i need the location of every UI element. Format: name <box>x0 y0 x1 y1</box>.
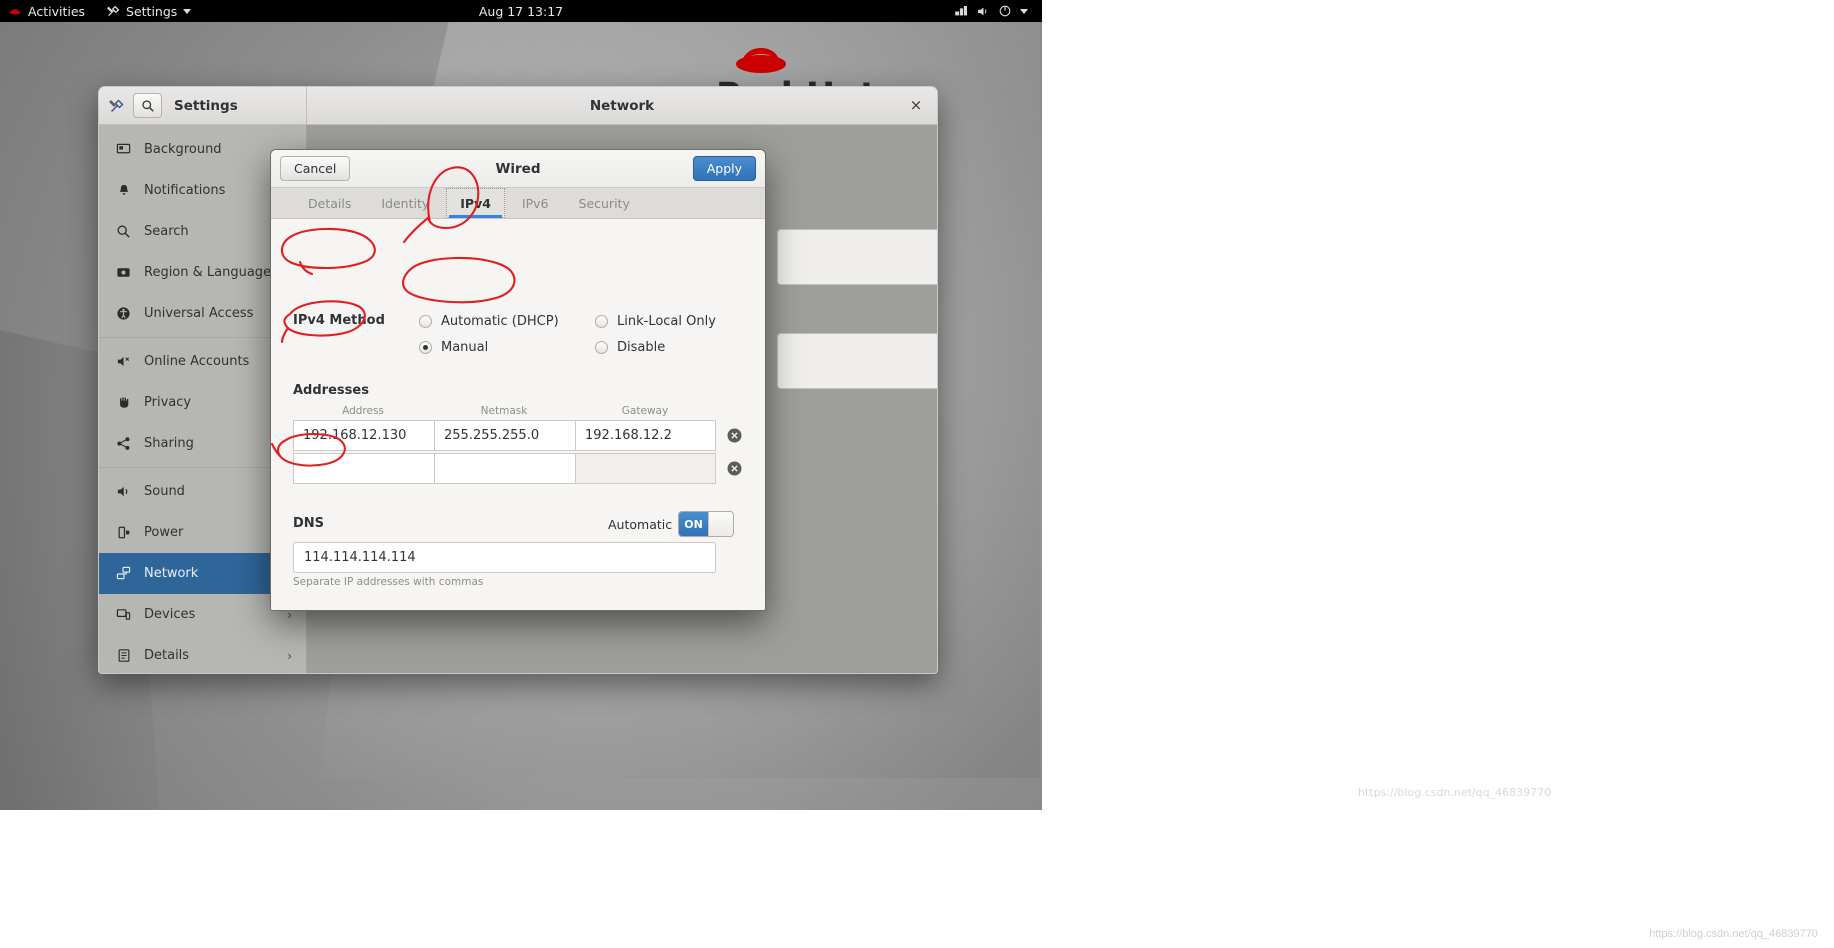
search-icon <box>141 99 154 112</box>
caret-down-icon <box>1020 8 1028 14</box>
redhat-logo-icon <box>736 48 786 73</box>
settings-titlebar: Settings Network × <box>99 87 937 125</box>
sidebar-item-label: Search <box>144 224 189 239</box>
dns-toggle-state: ON <box>679 512 708 536</box>
sidebar-item-label: Region & Language <box>144 265 272 280</box>
dialog-tabs: Details Identity IPv4 IPv6 Security <box>271 188 765 219</box>
screen: Red Hat ix Activities Settin <box>0 0 1834 948</box>
sidebar-item-label: Devices <box>144 607 196 622</box>
sidebar-item-label: Universal Access <box>144 306 254 321</box>
radio-label: Automatic (DHCP) <box>441 314 559 329</box>
region-icon <box>115 264 132 281</box>
delete-circle-icon <box>727 461 741 475</box>
sidebar-item-label: Sharing <box>144 436 194 451</box>
netmask-field-row2[interactable] <box>434 453 575 484</box>
settings-page-title: Network <box>589 97 655 114</box>
power-icon <box>999 5 1011 17</box>
background-icon <box>115 141 132 158</box>
address-field-row1[interactable]: 192.168.12.130 <box>293 420 434 451</box>
radio-disable[interactable]: Disable <box>595 340 665 355</box>
netmask-field-row1[interactable]: 255.255.255.0 <box>434 420 575 451</box>
gnome-top-bar: Activities Settings Aug 17 13:17 <box>0 0 1042 22</box>
addresses-col-netmask: Netmask <box>480 405 528 417</box>
dns-automatic-label: Automatic <box>608 517 673 532</box>
ipv4-tab-panel: IPv4 Method Automatic (DHCP) Manual Link… <box>271 219 765 610</box>
wired-connection-dialog: Cancel Wired Apply Details Identity IPv4… <box>270 149 766 611</box>
volume-icon <box>978 7 987 15</box>
connection-card-2 <box>777 333 937 389</box>
clock[interactable]: Aug 17 13:17 <box>0 4 1042 19</box>
tab-details[interactable]: Details <box>295 188 364 218</box>
tab-ipv6[interactable]: IPv6 <box>509 188 562 218</box>
watermark-corner: https://blog.csdn.net/qq_46839770 <box>1649 928 1818 940</box>
addresses-col-gateway: Gateway <box>621 405 669 417</box>
share-icon <box>115 435 132 452</box>
radio-icon <box>419 315 432 328</box>
search-button[interactable] <box>133 93 162 118</box>
desktop-background: Red Hat ix Activities Settin <box>0 0 1042 810</box>
network-icon <box>955 5 967 15</box>
delete-circle-icon <box>727 428 741 442</box>
apply-button[interactable]: Apply <box>692 156 756 181</box>
dns-automatic-toggle[interactable]: ON <box>678 511 734 537</box>
radio-manual[interactable]: Manual <box>419 340 488 355</box>
radio-icon <box>595 315 608 328</box>
radio-link-local-only[interactable]: Link-Local Only <box>595 314 716 329</box>
bell-icon <box>115 182 132 199</box>
sidebar-item-label: Privacy <box>144 395 192 410</box>
details-icon <box>115 647 132 664</box>
tab-identity[interactable]: Identity <box>368 188 442 218</box>
sidebar-item-label: Background <box>144 142 222 157</box>
online-accounts-icon <box>115 353 132 370</box>
close-icon[interactable]: × <box>907 97 925 115</box>
ipv4-method-label: IPv4 Method <box>293 313 385 328</box>
dns-hint: Separate IP addresses with commas <box>293 576 484 588</box>
speaker-icon <box>115 483 132 500</box>
hand-icon <box>115 394 132 411</box>
radio-label: Manual <box>441 340 489 355</box>
sidebar-item-label: Sound <box>144 484 185 499</box>
power-plug-icon <box>115 524 132 541</box>
network-icon <box>115 565 132 582</box>
connection-card-1 <box>777 229 937 285</box>
sidebar-item-label: Notifications <box>144 183 226 198</box>
chevron-right-icon: › <box>287 648 292 663</box>
accessibility-icon <box>115 305 132 322</box>
sidebar-item-label: Details <box>144 648 190 663</box>
tab-security[interactable]: Security <box>566 188 643 218</box>
dialog-header: Cancel Wired Apply <box>271 150 765 188</box>
search-icon <box>115 223 132 240</box>
cancel-button[interactable]: Cancel <box>280 156 351 181</box>
delete-address-row2-button[interactable] <box>722 456 746 480</box>
addresses-col-address: Address <box>342 405 384 417</box>
sidebar-item-label: Network <box>144 566 199 581</box>
radio-icon <box>419 341 432 354</box>
gateway-field-row2[interactable] <box>575 453 716 484</box>
address-field-row2[interactable] <box>293 453 434 484</box>
dns-toggle-knob <box>708 512 733 536</box>
radio-automatic-dhcp[interactable]: Automatic (DHCP) <box>419 314 559 329</box>
watermark: https://blog.csdn.net/qq_46839770 <box>1358 786 1552 799</box>
radio-label: Link-Local Only <box>617 314 716 329</box>
sidebar-item-details[interactable]: Details › <box>99 635 306 673</box>
dns-servers-input[interactable]: 114.114.114.114 <box>293 542 716 573</box>
devices-icon <box>115 606 132 623</box>
tools-icon <box>109 98 124 112</box>
dns-label: DNS <box>293 516 325 531</box>
addresses-label: Addresses <box>293 383 369 398</box>
status-area[interactable] <box>955 0 1028 22</box>
tab-ipv4[interactable]: IPv4 <box>446 188 505 218</box>
radio-label: Disable <box>617 340 666 355</box>
settings-app-title: Settings <box>174 97 238 114</box>
sidebar-item-label: Online Accounts <box>144 354 250 369</box>
delete-address-row1-button[interactable] <box>722 423 746 447</box>
gateway-field-row1[interactable]: 192.168.12.2 <box>575 420 716 451</box>
sidebar-item-label: Power <box>144 525 184 540</box>
radio-icon <box>595 341 608 354</box>
